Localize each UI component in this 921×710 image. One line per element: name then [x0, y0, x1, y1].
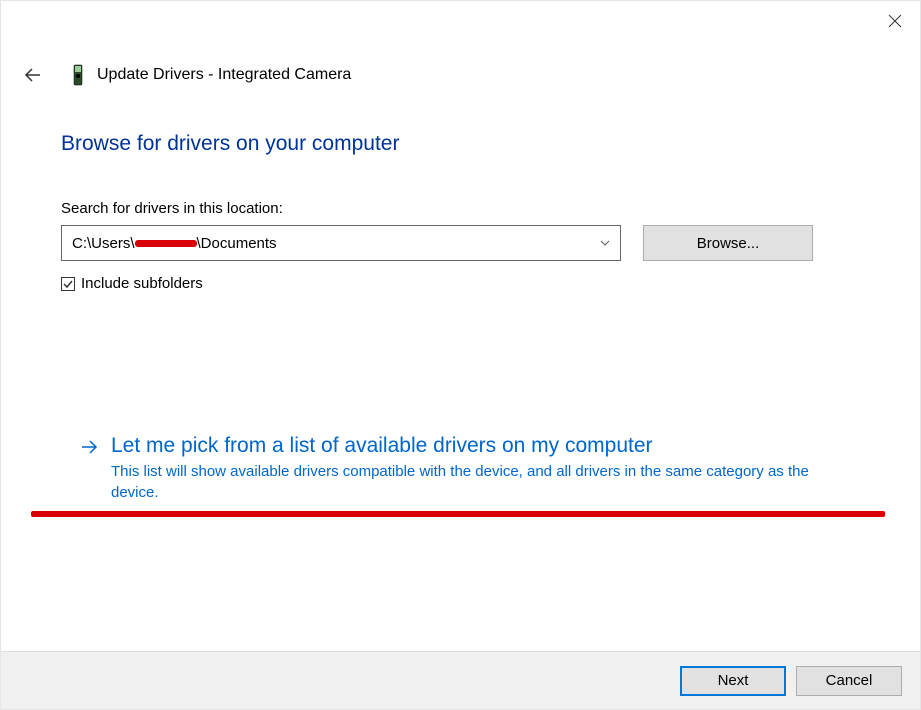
- option-description: This list will show available drivers co…: [111, 461, 831, 503]
- dialog-footer: Next Cancel: [1, 651, 920, 709]
- arrow-right-icon: [79, 437, 99, 457]
- chevron-down-icon: [600, 240, 610, 246]
- redacted-username: [135, 240, 197, 247]
- cancel-button[interactable]: Cancel: [796, 666, 902, 696]
- driver-path-combo[interactable]: C:\Users\ \Documents: [61, 225, 621, 261]
- annotation-underline: [31, 511, 885, 517]
- driver-path-value: C:\Users\ \Documents: [72, 235, 277, 252]
- page-heading: Browse for drivers on your computer: [61, 132, 860, 156]
- path-prefix: C:\Users\: [72, 235, 135, 252]
- back-arrow-icon[interactable]: [23, 65, 43, 85]
- pick-from-list-option[interactable]: Let me pick from a list of available dri…: [79, 432, 860, 503]
- camera-device-icon: [71, 64, 85, 86]
- close-icon[interactable]: [888, 14, 902, 28]
- checkmark-icon: [63, 280, 73, 288]
- dialog-header: Update Drivers - Integrated Camera: [1, 36, 920, 96]
- include-subfolders-checkbox[interactable]: [61, 277, 75, 291]
- path-suffix: \Documents: [197, 235, 277, 252]
- search-location-label: Search for drivers in this location:: [61, 200, 860, 217]
- option-title: Let me pick from a list of available dri…: [111, 432, 831, 459]
- next-button[interactable]: Next: [680, 666, 786, 696]
- window-title: Update Drivers - Integrated Camera: [97, 66, 351, 84]
- browse-button[interactable]: Browse...: [643, 225, 813, 261]
- include-subfolders-label: Include subfolders: [81, 275, 203, 292]
